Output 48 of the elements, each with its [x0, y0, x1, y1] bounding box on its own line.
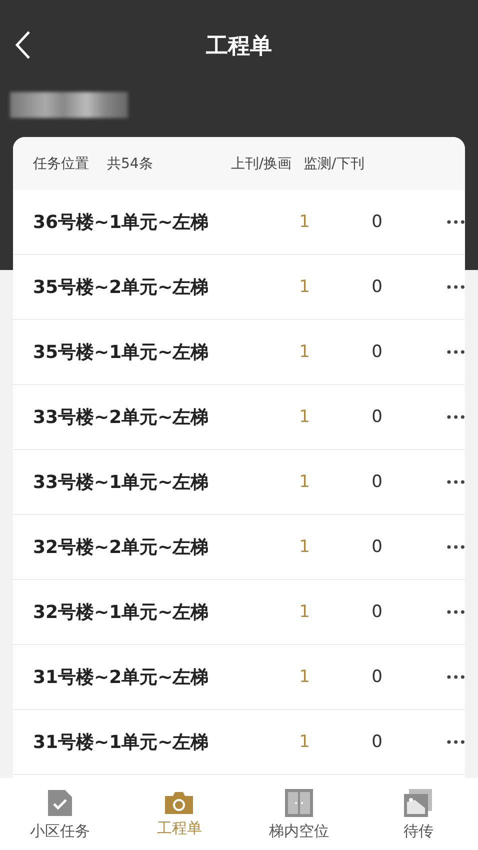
publish-count: 1	[298, 407, 311, 427]
location-cell-text: 31号楼~2单元~左梯	[33, 666, 210, 689]
monitor-count: 0	[370, 537, 384, 557]
publish-count: 1	[298, 277, 311, 297]
more-icon[interactable]	[447, 675, 465, 679]
monitor-count: 0	[370, 602, 384, 622]
page-title: 工程单	[206, 33, 272, 61]
location-cell-text: 35号楼~1单元~左梯	[33, 341, 210, 364]
location-cell-text: 32号楼~1单元~左梯	[33, 601, 210, 624]
back-icon[interactable]	[15, 30, 31, 60]
monitor-count: 0	[370, 277, 384, 297]
publish-count: 1	[298, 342, 311, 362]
column-header: 上刊/换画	[230, 154, 292, 172]
column-header: 监测/下刊	[304, 154, 364, 172]
location-cell-text: 31号楼~1单元~左梯	[33, 731, 210, 754]
tab-item[interactable]: 小区任务	[0, 778, 120, 850]
monitor-count: 0	[370, 732, 384, 752]
location-cell-text: 32号楼~2单元~左梯	[33, 536, 210, 559]
publish-count: 1	[298, 602, 311, 622]
more-icon[interactable]	[447, 740, 465, 744]
row-count: 共54条	[107, 154, 153, 172]
more-icon[interactable]	[447, 480, 465, 484]
monitor-count: 0	[370, 212, 384, 232]
location-cell-text: 35号楼~2单元~左梯	[33, 276, 210, 299]
more-icon[interactable]	[447, 545, 465, 549]
more-icon[interactable]	[447, 220, 465, 224]
monitor-count: 0	[370, 342, 384, 362]
monitor-count: 0	[370, 407, 384, 427]
more-icon[interactable]	[447, 415, 465, 419]
more-icon[interactable]	[447, 350, 465, 354]
publish-count: 1	[298, 212, 311, 232]
monitor-count: 0	[370, 667, 384, 687]
publish-count: 1	[298, 537, 311, 557]
location-cell-text: 36号楼~1单元~左梯	[33, 211, 210, 234]
publish-count: 1	[298, 667, 311, 687]
elevator-doors-icon	[284, 788, 314, 818]
camera-icon	[164, 790, 194, 814]
publish-count: 1	[298, 732, 311, 752]
location-cell-text: 33号楼~1单元~左梯	[33, 471, 210, 494]
column-header: 任务位置	[33, 154, 89, 172]
monitor-count: 0	[370, 472, 384, 492]
tab-item[interactable]: 待传	[358, 778, 478, 850]
location-cell-text: 33号楼~2单元~左梯	[33, 406, 210, 429]
photos-icon	[403, 788, 434, 818]
more-icon[interactable]	[447, 610, 465, 614]
publish-count: 1	[298, 472, 311, 492]
more-icon[interactable]	[447, 285, 465, 289]
tab-item[interactable]: 梯内空位	[239, 778, 358, 850]
